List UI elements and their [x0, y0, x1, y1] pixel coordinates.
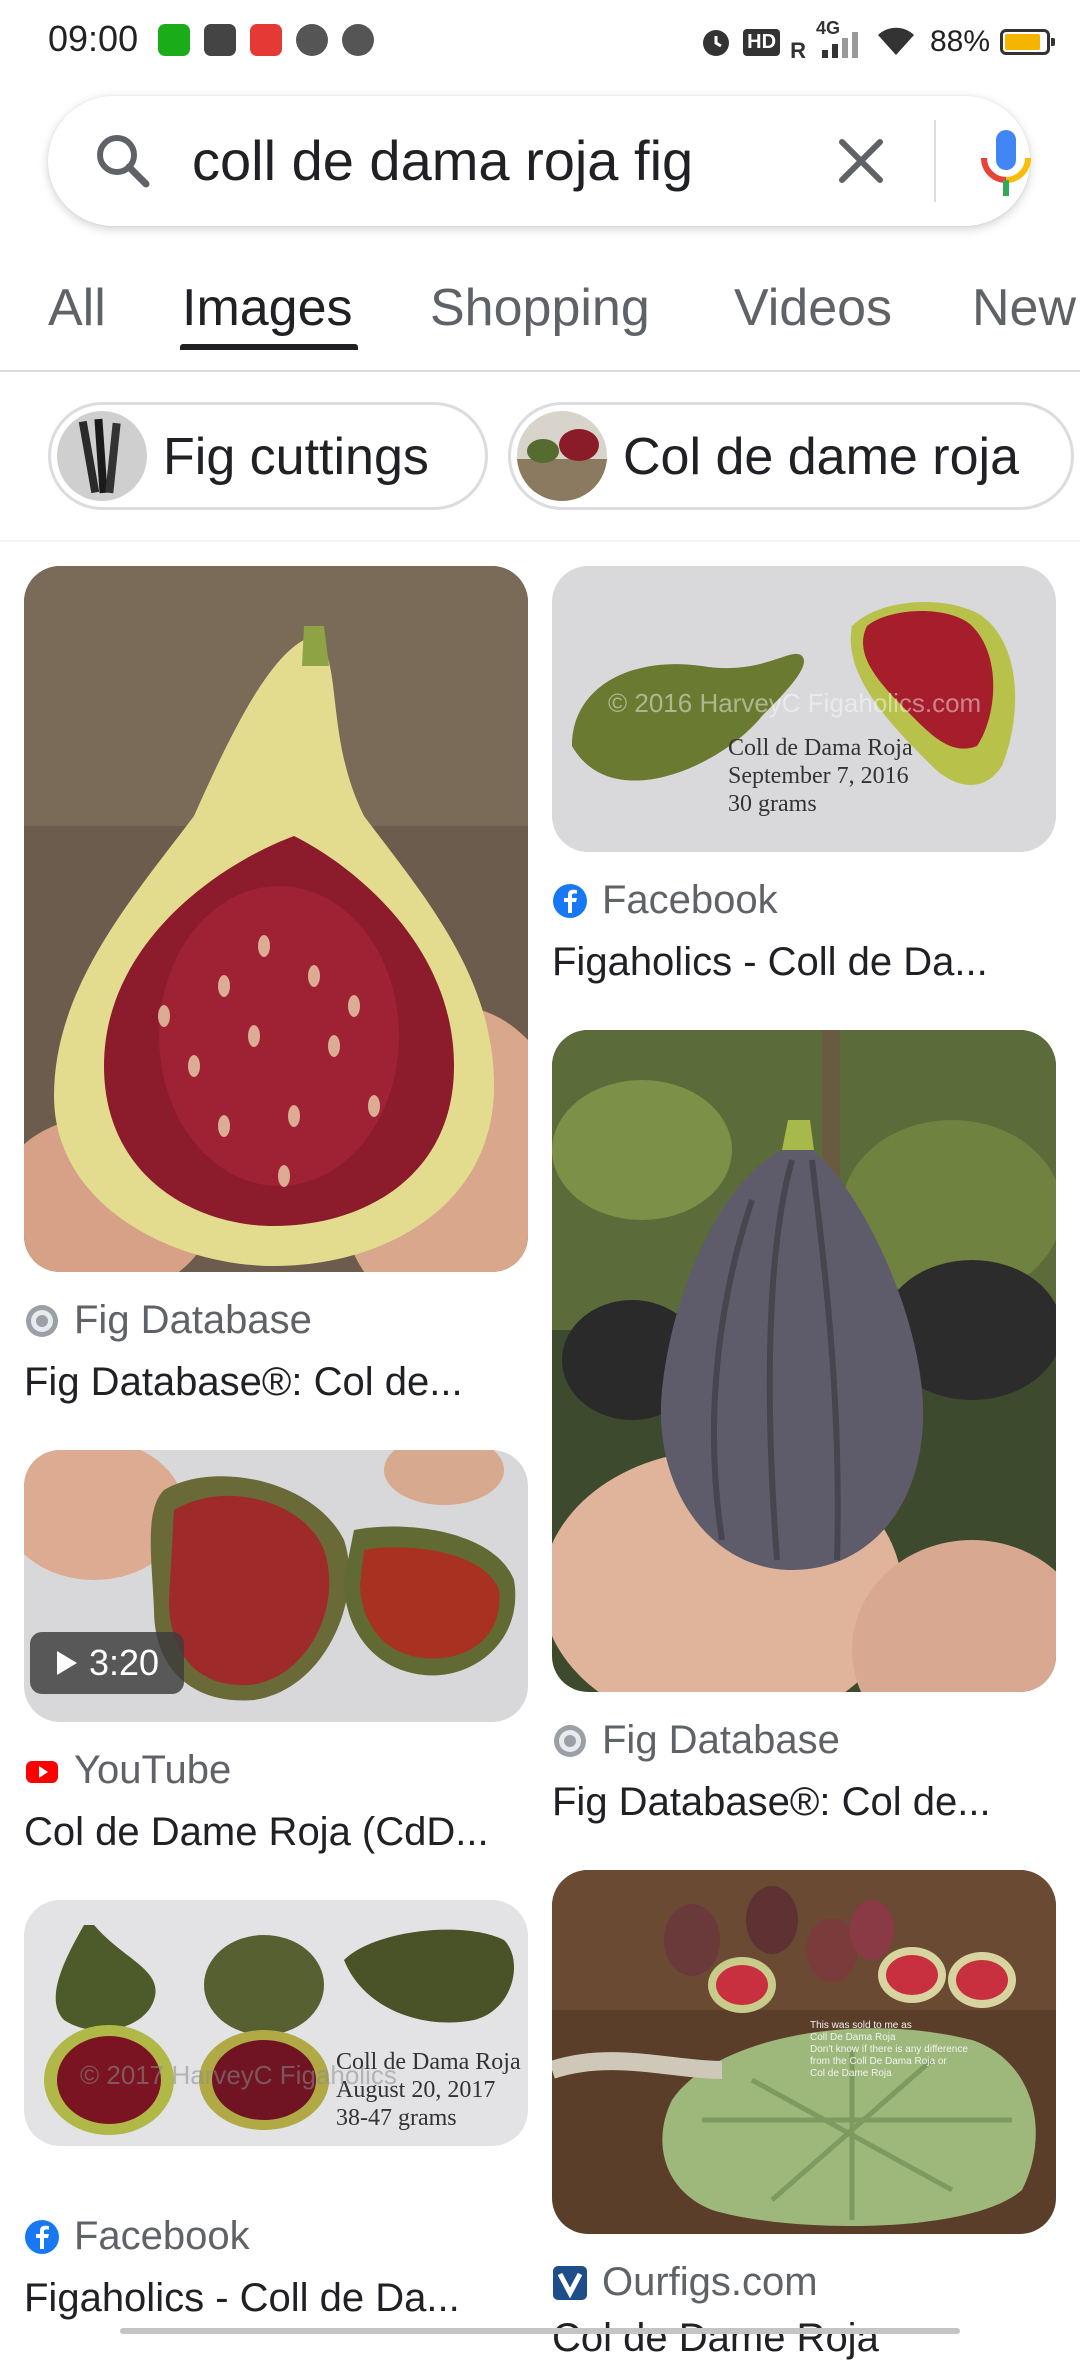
search-input[interactable]: coll de dama roja fig: [192, 126, 782, 196]
status-bar: 09:00 HD R 4G 88%: [0, 0, 1080, 86]
result-source[interactable]: Fig Database: [24, 1298, 312, 1343]
result-thumbnail[interactable]: © 2016 HarveyC Figaholics.com Coll de Da…: [552, 566, 1056, 852]
hd-icon: HD: [743, 28, 781, 56]
source-name: Facebook: [74, 2214, 250, 2258]
result-source[interactable]: YouTube: [24, 1748, 231, 1793]
result-title[interactable]: Figaholics - Coll de Da...: [552, 940, 988, 985]
ourfigs-icon: [553, 2265, 587, 2300]
tab-images[interactable]: Images: [182, 278, 353, 338]
divider: [0, 540, 1080, 542]
battery-icon: [1000, 29, 1055, 55]
caption-line: Coll de Dama Roja: [728, 735, 913, 761]
tab-all[interactable]: All: [48, 278, 106, 338]
battery-percent: 88%: [929, 25, 990, 58]
signal-icon: 4G: [816, 18, 866, 60]
facebook-icon: [553, 883, 587, 918]
app-icon: [204, 24, 236, 56]
tab-videos[interactable]: Videos: [734, 278, 892, 338]
wifi-icon: [877, 27, 914, 55]
status-time: 09:00: [48, 18, 139, 59]
chip-fig-cuttings[interactable]: Fig cuttings: [48, 402, 488, 510]
caption-line: from the Coll De Dama Roja or: [810, 2056, 947, 2067]
thumb-caption: Coll de Dama Roja August 20, 2017 38-47 …: [336, 2048, 521, 2132]
caption-line: Col de Dame Roja: [810, 2068, 892, 2079]
tab-news[interactable]: New: [972, 278, 1076, 338]
caption-line: Don't know if there is any difference: [810, 2044, 968, 2055]
result-thumbnail[interactable]: This was sold to me as Coll De Dama Roja…: [552, 1870, 1056, 2234]
chip-thumbnail: [57, 411, 147, 501]
tab-shopping[interactable]: Shopping: [430, 278, 650, 338]
chip-col-de-dame-roja[interactable]: Col de dame roja: [508, 402, 1074, 510]
play-icon: [56, 1651, 77, 1675]
search-tabs: All Images Shopping Videos New: [0, 268, 1080, 372]
alarm-icon: [703, 30, 730, 56]
result-source[interactable]: Fig Database: [552, 1718, 840, 1763]
battery-fill: [1005, 34, 1041, 50]
thumb-caption: This was sold to me as Coll De Dama Roja…: [810, 2020, 968, 2080]
scroll-indicator: [120, 2328, 960, 2334]
result-title[interactable]: Col de Dame Roja (CdD...: [24, 1810, 489, 1855]
caption-line: 30 grams: [728, 791, 817, 817]
roaming-label: R: [790, 38, 806, 63]
facebook-icon: [25, 2219, 59, 2254]
thumb-watermark: © 2016 HarveyC Figaholics.com: [608, 688, 982, 718]
wechat-icon: [158, 24, 190, 56]
status-icons: HD R 4G 88%: [699, 18, 1055, 64]
caption-line: September 7, 2016: [728, 763, 909, 789]
caption-line: August 20, 2017: [336, 2077, 496, 2103]
result-title[interactable]: Figaholics - Coll de Da...: [24, 2276, 460, 2321]
source-name: YouTube: [74, 1748, 232, 1792]
result-source[interactable]: Ourfigs.com: [552, 2260, 818, 2305]
video-duration: 3:20: [88, 1642, 160, 1683]
active-tab-indicator: [180, 344, 358, 350]
youtube-icon: [26, 1760, 58, 1783]
close-icon[interactable]: [828, 128, 894, 194]
source-name: Fig Database: [74, 1298, 312, 1342]
result-thumbnail[interactable]: © 2017 HarveyC Figaholics Coll de Dama R…: [24, 1900, 528, 2146]
caption-line: Coll De Dama Roja: [810, 2032, 896, 2043]
result-source[interactable]: Facebook: [552, 878, 778, 923]
search-icon[interactable]: [90, 128, 156, 194]
result-title[interactable]: Col de Dame Roja: [552, 2316, 879, 2361]
globe-icon: [26, 1304, 58, 1337]
result-title[interactable]: Fig Database®: Col de...: [24, 1360, 463, 1405]
microphone-icon[interactable]: [966, 122, 1046, 202]
search-divider: [934, 120, 936, 202]
source-name: Fig Database: [602, 1718, 840, 1762]
caption-line: 38-47 grams: [336, 2105, 457, 2131]
play-icon: [342, 24, 374, 56]
source-name: Facebook: [602, 878, 778, 922]
result-source[interactable]: Facebook: [24, 2214, 250, 2259]
result-title[interactable]: Fig Database®: Col de...: [552, 1780, 991, 1825]
caption-line: This was sold to me as: [810, 2020, 912, 2031]
result-thumbnail[interactable]: [552, 1030, 1056, 1692]
chip-label: Col de dame roja: [623, 428, 1019, 486]
link-icon: [296, 24, 328, 56]
chip-label: Fig cuttings: [163, 428, 429, 486]
thumb-caption: Coll de Dama Roja September 7, 2016 30 g…: [728, 734, 913, 818]
result-thumbnail[interactable]: [24, 566, 528, 1272]
app-red-icon: [250, 24, 282, 56]
caption-line: Coll de Dama Roja: [336, 2049, 521, 2075]
source-name: Ourfigs.com: [602, 2260, 818, 2304]
chip-thumbnail: [517, 411, 607, 501]
globe-icon: [554, 1724, 586, 1757]
search-bar[interactable]: coll de dama roja fig: [48, 96, 1031, 226]
video-duration-badge: 3:20: [30, 1632, 184, 1694]
